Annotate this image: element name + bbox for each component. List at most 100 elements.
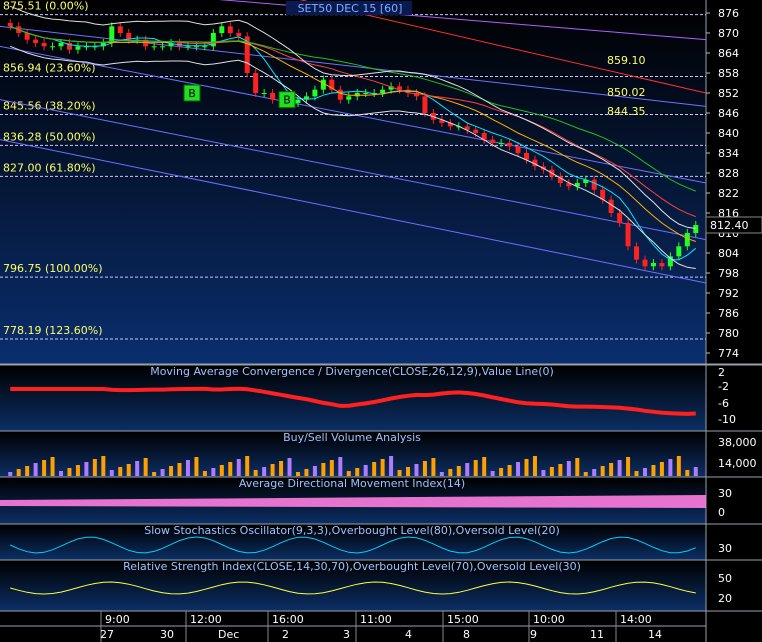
fib-label: 845.56 (38.20%)	[3, 99, 96, 112]
panel-title: Slow Stochastics Oscillator(9,3,3),Overb…	[144, 524, 560, 537]
last-price-label: 812.40	[710, 219, 749, 232]
volume-bar	[541, 470, 546, 476]
candle-body	[7, 23, 13, 27]
candle-body	[650, 263, 656, 267]
volume-bar	[160, 469, 165, 476]
trading-chart[interactable]: 8768708648588528468408348288228168108047…	[0, 0, 762, 642]
volume-bar	[118, 467, 123, 476]
date-label: 3	[343, 628, 350, 641]
volume-bar	[67, 468, 72, 476]
volume-bar	[50, 457, 55, 476]
price-tick-label: 804	[718, 247, 739, 260]
rsi-tick: 20	[718, 592, 732, 605]
volume-bar	[490, 471, 495, 476]
volume-bar	[245, 456, 250, 476]
candle-body	[117, 26, 123, 33]
volume-bar	[42, 460, 47, 476]
volume-bar	[668, 459, 673, 476]
volume-bar	[414, 464, 419, 476]
volume-bar	[634, 471, 639, 476]
volume-bar	[211, 468, 216, 476]
panel-title: Moving Average Convergence / Divergence(…	[150, 365, 554, 378]
volume-bar	[59, 471, 64, 476]
candle-body	[422, 96, 428, 113]
volume-bar	[295, 472, 300, 476]
volume-bar	[101, 456, 106, 476]
volume-bar	[279, 461, 284, 476]
candle-body	[295, 99, 301, 103]
volume-bar	[685, 470, 690, 476]
macd-tick: 2	[718, 366, 725, 379]
volume-bar	[287, 458, 292, 476]
candle-body	[634, 246, 640, 260]
volume-bar	[346, 471, 351, 476]
candle-body	[676, 246, 682, 257]
price-tick-label: 876	[718, 7, 739, 20]
price-tick-label: 840	[718, 127, 739, 140]
macd-tick: -10	[718, 413, 736, 426]
volume-bar	[185, 460, 190, 476]
candle-body	[270, 93, 276, 100]
candle-body	[346, 96, 352, 100]
candle-body	[642, 259, 648, 267]
time-label: 15:00	[447, 613, 479, 626]
price-tick-label: 834	[718, 147, 739, 160]
volume-bar	[600, 466, 605, 476]
volume-bar	[92, 459, 97, 476]
candle-body	[524, 153, 529, 160]
price-tick-label: 852	[718, 87, 739, 100]
volume-bar	[431, 458, 436, 476]
price-tick-label: 828	[718, 167, 739, 180]
volume-bar	[524, 459, 529, 476]
volume-bar	[532, 456, 537, 476]
volume-bar	[135, 461, 140, 476]
candle-body	[498, 143, 504, 144]
volume-bar	[609, 463, 614, 476]
candle-body	[591, 179, 597, 190]
volume-bar	[456, 466, 461, 476]
price-tick-label: 792	[718, 287, 739, 300]
candle-body	[490, 139, 496, 143]
candle-body	[507, 143, 513, 147]
volume-bar	[439, 472, 444, 476]
volume-bar	[583, 472, 588, 476]
volume-bar	[16, 469, 21, 476]
date-label: 14	[648, 628, 662, 641]
candle-body	[363, 93, 369, 94]
volume-bar	[329, 460, 334, 476]
candle-body	[380, 89, 386, 93]
volume-bar	[177, 463, 182, 476]
volume-bar	[617, 460, 622, 476]
macd-tick: -6	[718, 397, 729, 410]
volume-bar	[406, 467, 411, 476]
candle-body	[236, 33, 242, 37]
date-label: 8	[463, 628, 470, 641]
price-annotation: 850.02	[607, 86, 646, 99]
volume-bar	[499, 468, 504, 476]
volume-bar	[549, 467, 554, 476]
candle-body	[41, 43, 47, 47]
price-tick-label: 858	[718, 67, 739, 80]
candle-body	[261, 93, 267, 94]
panel-title: Relative Strength Index(CLOSE,14,30,70),…	[123, 560, 581, 573]
volume-bar	[363, 465, 368, 476]
candle-body	[659, 263, 665, 267]
volume-bar	[8, 472, 13, 476]
price-tick-label: 822	[718, 187, 739, 200]
volume-bar	[126, 464, 131, 476]
macd-tick: -2	[718, 380, 729, 393]
candle-body	[109, 26, 115, 43]
volume-bar	[592, 469, 597, 476]
volume-bar	[270, 464, 275, 476]
candle-body	[58, 43, 64, 47]
fib-label: 875.51 (0.00%)	[3, 0, 89, 13]
volume-bar	[152, 472, 157, 476]
volume-bar	[236, 459, 241, 476]
chart-title: SET50 DEC 15 [60]	[298, 2, 403, 15]
price-annotation: 859.10	[607, 54, 646, 67]
candle-body	[515, 146, 521, 153]
volume-bar	[219, 465, 224, 476]
volume-bar	[473, 460, 478, 476]
candle-body	[75, 46, 81, 50]
date-label: 11	[590, 628, 604, 641]
